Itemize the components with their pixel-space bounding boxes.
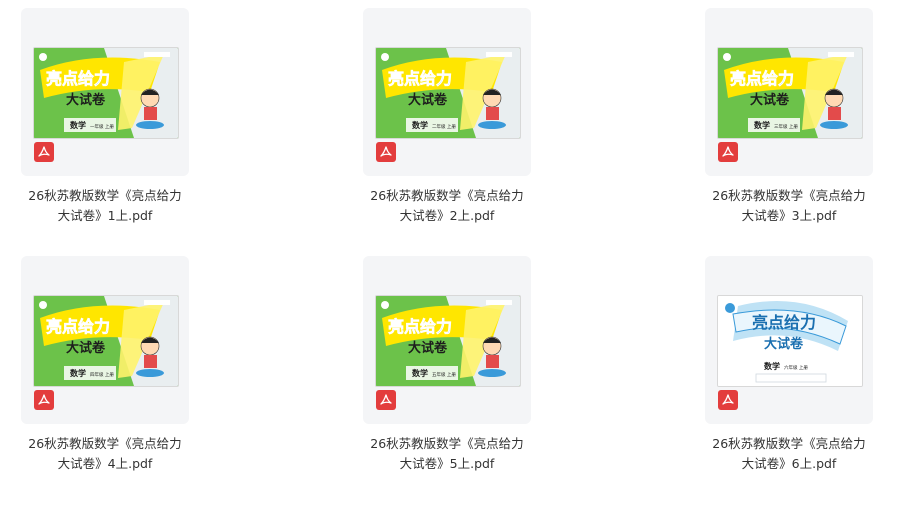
- file-name[interactable]: 26秋苏教版数学《亮点给力 大试卷》2上.pdf: [344, 186, 550, 226]
- file-card[interactable]: 亮点给力大试卷数学 四年级 上册: [21, 256, 189, 424]
- cover-thumbnail: 亮点给力大试卷数学 五年级 上册: [375, 295, 521, 387]
- cover-grade: 二年级 上册: [432, 123, 456, 130]
- pdf-icon: [34, 142, 54, 162]
- file-card[interactable]: 亮点给力大试卷数学 一年级 上册: [21, 8, 189, 176]
- cover-subtitle: 大试卷: [764, 336, 804, 352]
- cover-subject: 数学: [764, 361, 780, 371]
- cover-title: 亮点给力: [752, 313, 816, 332]
- file-name[interactable]: 26秋苏教版数学《亮点给力 大试卷》5上.pdf: [344, 434, 550, 474]
- cover-subtitle: 大试卷: [750, 92, 790, 108]
- file-card[interactable]: 亮点给力大试卷数学 六年级 上册: [705, 256, 873, 424]
- cover-thumbnail: 亮点给力大试卷数学 二年级 上册: [375, 47, 521, 139]
- cover-subject: 数学: [754, 120, 770, 130]
- cover-subject: 数学: [70, 120, 86, 130]
- cover-subtitle: 大试卷: [66, 340, 106, 356]
- cover-grade: 一年级 上册: [90, 123, 114, 130]
- cover-grade: 六年级 上册: [784, 364, 808, 371]
- pdf-icon: [718, 142, 738, 162]
- cover-title: 亮点给力: [388, 317, 452, 336]
- pdf-icon: [718, 390, 738, 410]
- file-name[interactable]: 26秋苏教版数学《亮点给力 大试卷》6上.pdf: [686, 434, 892, 474]
- cover-title: 亮点给力: [46, 317, 110, 336]
- file-card[interactable]: 亮点给力大试卷数学 三年级 上册: [705, 8, 873, 176]
- file-name[interactable]: 26秋苏教版数学《亮点给力 大试卷》3上.pdf: [686, 186, 892, 226]
- cover-subject: 数学: [70, 368, 86, 378]
- cover-thumbnail: 亮点给力大试卷数学 四年级 上册: [33, 295, 179, 387]
- cover-grade: 四年级 上册: [90, 371, 114, 378]
- cover-thumbnail: 亮点给力大试卷数学 六年级 上册: [717, 295, 863, 387]
- cover-thumbnail: 亮点给力大试卷数学 一年级 上册: [33, 47, 179, 139]
- cover-title: 亮点给力: [46, 69, 110, 88]
- file-card[interactable]: 亮点给力大试卷数学 五年级 上册: [363, 256, 531, 424]
- pdf-icon: [376, 142, 396, 162]
- cover-subject: 数学: [412, 368, 428, 378]
- pdf-icon: [376, 390, 396, 410]
- cover-subtitle: 大试卷: [408, 92, 448, 108]
- cover-subject: 数学: [412, 120, 428, 130]
- cover-subtitle: 大试卷: [408, 340, 448, 356]
- pdf-icon: [34, 390, 54, 410]
- cover-grade: 五年级 上册: [432, 371, 456, 378]
- file-name[interactable]: 26秋苏教版数学《亮点给力 大试卷》1上.pdf: [2, 186, 208, 226]
- cover-grade: 三年级 上册: [774, 123, 798, 130]
- file-card[interactable]: 亮点给力大试卷数学 二年级 上册: [363, 8, 531, 176]
- cover-thumbnail: 亮点给力大试卷数学 三年级 上册: [717, 47, 863, 139]
- cover-subtitle: 大试卷: [66, 92, 106, 108]
- cover-title: 亮点给力: [730, 69, 794, 88]
- file-name[interactable]: 26秋苏教版数学《亮点给力 大试卷》4上.pdf: [2, 434, 208, 474]
- cover-title: 亮点给力: [388, 69, 452, 88]
